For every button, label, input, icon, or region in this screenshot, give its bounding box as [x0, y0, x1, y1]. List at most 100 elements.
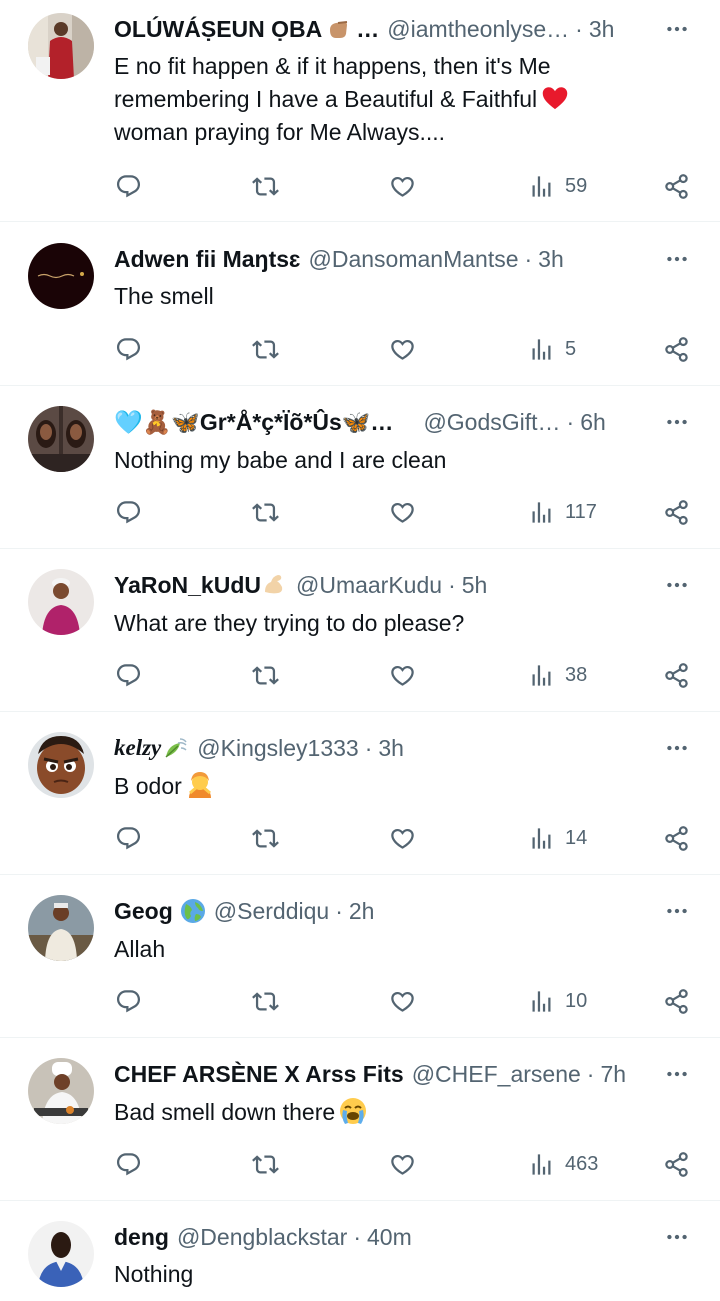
tweet-8[interactable]: deng @Dengblackstar · 40m Nothing [0, 1201, 720, 1301]
display-name[interactable]: OLÚWÁṢEUN ỌBA [114, 16, 322, 43]
tweet-6[interactable]: Geog @Serddiqu · 2h Allah 10 [0, 875, 720, 1038]
display-name[interactable]: Geog [114, 898, 173, 925]
share-button[interactable] [663, 332, 690, 366]
repost-button[interactable] [252, 169, 279, 203]
reply-button[interactable] [115, 332, 142, 366]
display-name[interactable]: 🩵🧸🦋Gr*Å*ç*Ïõ*Ûs🦋… [114, 409, 393, 436]
tweet-4[interactable]: YaRoN_kUdU @UmaarKudu · 5h What are they… [0, 549, 720, 712]
share-button[interactable] [663, 821, 690, 855]
text-line: E no fit happen & if it happens, then it… [114, 53, 551, 79]
like-button[interactable] [389, 169, 416, 203]
user-handle[interactable]: @Dengblackstar [177, 1224, 347, 1251]
avatar[interactable] [28, 732, 94, 798]
display-name[interactable]: YaRoN_kUdU [114, 572, 261, 599]
like-button[interactable] [389, 1147, 416, 1181]
text-line: remembering I have a Beautiful & Faithfu… [114, 83, 680, 116]
user-handle[interactable]: @Serddiqu [214, 898, 329, 925]
more-options-button[interactable] [662, 570, 692, 600]
views-count: 10 [565, 989, 588, 1012]
avatar[interactable] [28, 895, 94, 961]
reply-icon [115, 336, 142, 363]
tweet-1[interactable]: OLÚWÁṢEUN ỌBA … @iamtheonlyse… · 3h E no… [0, 0, 720, 222]
repost-button[interactable] [252, 658, 279, 692]
cartoon-face-avatar [28, 732, 94, 798]
display-name[interactable]: CHEF ARSÈNE X Arss Fits [114, 1061, 404, 1088]
more-options-button[interactable] [662, 14, 692, 44]
chef-avatar [28, 1058, 94, 1124]
tweet-2[interactable]: Adwen fii Maŋtsɛ @DansomanMantse · 3h Th… [0, 222, 720, 386]
display-name[interactable]: Adwen fii Maŋtsɛ [114, 246, 301, 273]
avatar[interactable] [28, 406, 94, 472]
views-button[interactable]: 5 [528, 332, 576, 366]
more-options-button[interactable] [662, 1222, 692, 1252]
avatar[interactable] [28, 243, 94, 309]
tweet-7[interactable]: CHEF ARSÈNE X Arss Fits @CHEF_arsene · 7… [0, 1038, 720, 1201]
share-button[interactable] [663, 169, 690, 203]
more-options-button[interactable] [662, 733, 692, 763]
user-handle[interactable]: @CHEF_arsene [412, 1061, 581, 1088]
tweet-text: B odor [114, 770, 680, 803]
views-button[interactable]: 14 [528, 821, 587, 855]
more-icon [664, 246, 690, 272]
timestamp[interactable]: 3h [538, 246, 564, 273]
timestamp[interactable]: 40m [367, 1224, 412, 1251]
timestamp[interactable]: 5h [462, 572, 488, 599]
reply-button[interactable] [115, 984, 142, 1018]
tweet-3[interactable]: 🩵🧸🦋Gr*Å*ç*Ïõ*Ûs🦋… @GodsGift… · 6h Nothin… [0, 386, 720, 549]
share-button[interactable] [663, 495, 690, 529]
repost-button[interactable] [252, 984, 279, 1018]
avatar[interactable] [28, 13, 94, 79]
share-button[interactable] [663, 984, 690, 1018]
share-icon [663, 173, 690, 200]
repost-button[interactable] [252, 821, 279, 855]
more-options-button[interactable] [662, 1059, 692, 1089]
display-name[interactable]: deng [114, 1224, 169, 1251]
user-handle[interactable]: @GodsGift… [423, 409, 560, 436]
share-button[interactable] [663, 658, 690, 692]
user-handle[interactable]: @iamtheonlyse… [387, 16, 569, 43]
tweet-text: Nothing my babe and I are clean [114, 447, 447, 473]
timestamp[interactable]: 3h [378, 735, 404, 762]
tweet-header: Geog @Serddiqu · 2h [114, 895, 660, 927]
user-handle[interactable]: @UmaarKudu [296, 572, 442, 599]
reply-button[interactable] [115, 658, 142, 692]
reply-button[interactable] [115, 1147, 142, 1181]
like-button[interactable] [389, 658, 416, 692]
avatar[interactable] [28, 1221, 94, 1287]
like-button[interactable] [389, 984, 416, 1018]
views-button[interactable]: 10 [528, 984, 587, 1018]
like-button[interactable] [389, 821, 416, 855]
tweet-5[interactable]: kelzy @Kingsley1333 · 3h B odor 14 [0, 712, 720, 875]
views-button[interactable]: 38 [528, 658, 587, 692]
timestamp[interactable]: 7h [600, 1061, 626, 1088]
heart-icon [389, 662, 416, 689]
like-button[interactable] [389, 332, 416, 366]
more-options-button[interactable] [662, 896, 692, 926]
repost-button[interactable] [252, 332, 279, 366]
views-button[interactable]: 117 [528, 495, 597, 529]
reply-button[interactable] [115, 169, 142, 203]
views-icon [528, 825, 555, 852]
timestamp[interactable]: 6h [580, 409, 606, 436]
reply-button[interactable] [115, 821, 142, 855]
repost-button[interactable] [252, 1147, 279, 1181]
reply-button[interactable] [115, 495, 142, 529]
display-name[interactable]: kelzy [114, 735, 161, 761]
like-button[interactable] [389, 495, 416, 529]
user-handle[interactable]: @Kingsley1333 [197, 735, 358, 762]
timestamp[interactable]: 2h [349, 898, 375, 925]
user-handle[interactable]: @DansomanMantse [309, 246, 519, 273]
repost-button[interactable] [252, 495, 279, 529]
avatar[interactable] [28, 569, 94, 635]
avatar[interactable] [28, 1058, 94, 1124]
share-button[interactable] [663, 1147, 690, 1181]
more-options-button[interactable] [662, 244, 692, 274]
more-icon [664, 572, 690, 598]
loudly-crying-emoji [339, 1097, 367, 1125]
share-icon [663, 662, 690, 689]
timestamp[interactable]: 3h [589, 16, 615, 43]
repost-icon [252, 662, 279, 689]
views-button[interactable]: 463 [528, 1147, 598, 1181]
more-options-button[interactable] [662, 407, 692, 437]
views-button[interactable]: 59 [528, 169, 587, 203]
